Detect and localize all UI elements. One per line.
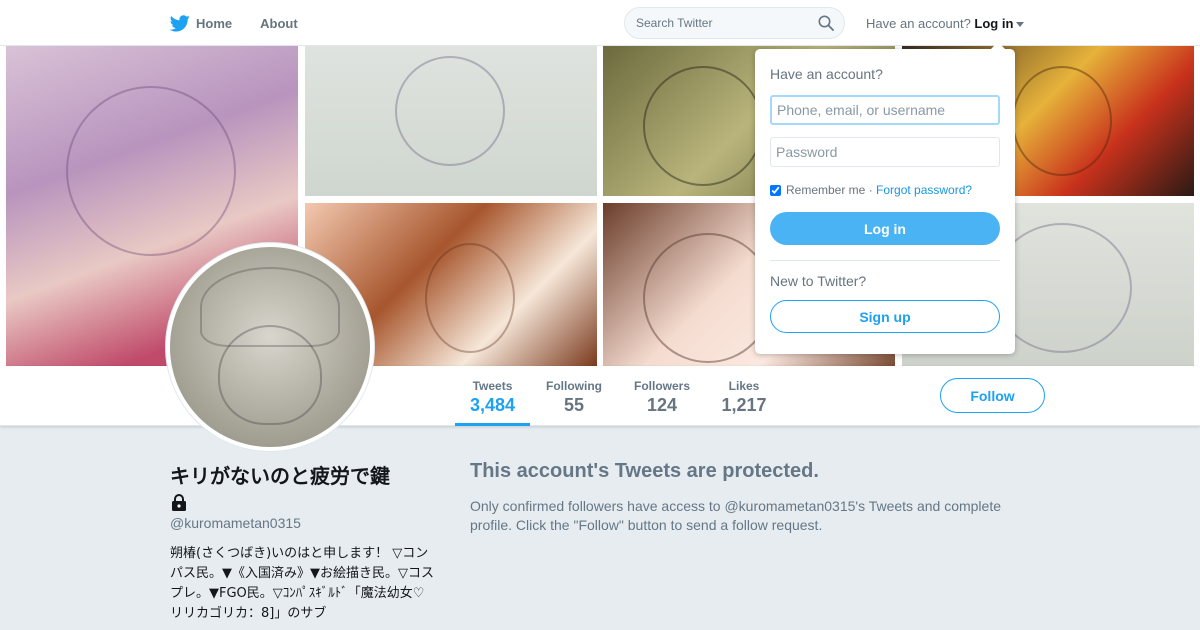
- new-to-twitter-text: New to Twitter?: [770, 273, 867, 289]
- top-navigation: Home About Have an account? Log in: [0, 0, 1200, 46]
- stat-label: Followers: [633, 379, 690, 393]
- caret-down-icon: [1016, 22, 1025, 28]
- lock-icon: [172, 494, 186, 511]
- stat-following[interactable]: Following 55: [539, 366, 609, 426]
- search-icon[interactable]: [818, 15, 834, 31]
- stat-value: 3,484: [469, 395, 516, 415]
- nav-home-label: Home: [196, 15, 233, 31]
- stat-value: 55: [563, 395, 585, 415]
- username-field[interactable]: [770, 95, 1000, 125]
- stat-value: 1,217: [721, 395, 767, 415]
- stat-label: Following: [546, 379, 602, 393]
- banner-artwork-sketch: [1012, 66, 1112, 176]
- login-dropdown-heading: Have an account?: [770, 66, 883, 82]
- login-dropdown-toggle[interactable]: Log in: [974, 16, 1025, 31]
- banner-artwork-sketch: [643, 66, 763, 186]
- remember-separator: ·: [865, 183, 877, 197]
- password-field[interactable]: [770, 137, 1000, 167]
- banner-artwork-sketch: [643, 233, 773, 363]
- remember-me-label: Remember me: [786, 183, 866, 197]
- twitter-bird-icon: [170, 14, 190, 31]
- dropdown-divider: [770, 260, 1000, 261]
- forgot-password-link[interactable]: Forgot password?: [876, 183, 972, 197]
- avatar-sketch-face: [218, 325, 322, 425]
- signup-button[interactable]: Sign up: [770, 300, 1000, 333]
- stat-label: Tweets: [472, 379, 513, 393]
- banner-artwork-sketch: [425, 243, 515, 353]
- login-link-label: Log in: [974, 16, 1014, 31]
- have-account-text: Have an account?: [866, 16, 971, 31]
- have-account-prompt: Have an account? Log in: [866, 16, 1025, 31]
- avatar-image: [170, 247, 370, 447]
- stat-value: 124: [646, 395, 678, 415]
- profile-name: キリがないのと疲労で鍵: [170, 462, 430, 518]
- stat-followers[interactable]: Followers 124: [627, 366, 697, 426]
- stat-label: Likes: [728, 379, 760, 393]
- follow-button[interactable]: Follow: [940, 378, 1045, 413]
- search-box: [624, 7, 845, 39]
- nav-left: Home About: [170, 0, 326, 46]
- login-button[interactable]: Log in: [770, 212, 1000, 245]
- login-dropdown: Have an account? Remember me · Forgot pa…: [755, 42, 1015, 354]
- stat-tweets[interactable]: Tweets 3,484: [455, 366, 530, 426]
- remember-me-checkbox[interactable]: [770, 184, 781, 196]
- search-input[interactable]: [636, 8, 816, 38]
- profile-bio: 朔椿(さくつばき)いのはと申します！ ▽コンパス民。▼《入国済み》▼お絵描き民。…: [170, 546, 434, 621]
- protected-message: Only confirmed followers have access to …: [470, 498, 1001, 533]
- banner-artwork-sketch: [395, 56, 505, 166]
- banner-artwork: [305, 46, 597, 196]
- remember-me-row: Remember me · Forgot password?: [770, 183, 972, 197]
- banner-artwork-sketch: [66, 86, 236, 256]
- profile-name-text: キリがないのと疲労で鍵: [170, 464, 390, 488]
- protected-title: This account's Tweets are protected.: [470, 460, 819, 482]
- nav-about[interactable]: About: [260, 16, 298, 31]
- nav-about-label: About: [260, 15, 298, 31]
- profile-avatar[interactable]: [166, 243, 374, 451]
- nav-home[interactable]: Home: [170, 14, 233, 32]
- stat-likes[interactable]: Likes 1,217: [714, 366, 774, 426]
- profile-handle[interactable]: @kuromametan0315: [170, 515, 301, 531]
